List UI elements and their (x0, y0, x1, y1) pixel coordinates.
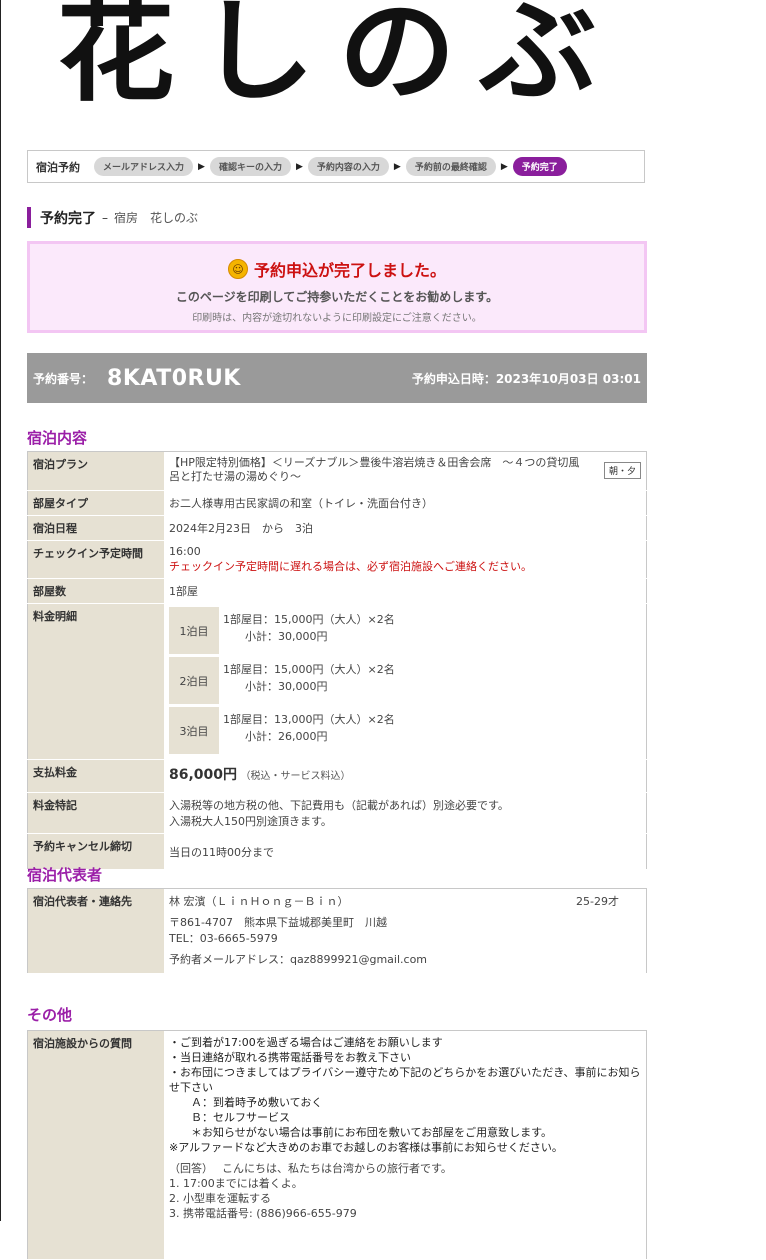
guest-label: 宿泊代表者・連絡先 (27, 888, 164, 974)
checkin-time: 16:00 (169, 545, 201, 558)
checkin-cell: 16:00 チェックイン予定時間に遅れる場合は、必ず宿泊施設へご連絡ください。 (164, 540, 647, 579)
stay-heading: 宿泊内容 (27, 429, 88, 447)
step-complete: 予約完了 (512, 157, 567, 176)
plan-label: 宿泊プラン (27, 451, 164, 491)
special-cell: 入湯税等の地方税の他、下記費用も（記載があれば）別途必要です。 入湯税大人150… (164, 792, 647, 834)
facility-question: ・ご到着が17:00を過ぎる場合はご連絡をお願いします ・当日連絡が取れる携帯電… (169, 1036, 641, 1154)
table-row: 料金明細 1泊目 1部屋目：15,000円（大人）×2名 小計：30,000円 … (27, 603, 647, 760)
table-row: 宿泊施設からの質問 ・ご到着が17:00を過ぎる場合はご連絡をお願いします ・当… (27, 1030, 647, 1260)
question-label: 宿泊施設からの質問 (27, 1030, 164, 1260)
night-room-price: 1部屋目：13,000円（大人）×2名 (223, 713, 395, 726)
table-row: 宿泊代表者・連絡先 林 宏濱（ＬｉｎＨｏｎｇ－Ｂｉｎ） 25-29才 〒861-… (27, 888, 647, 974)
page-title-dash: – (102, 210, 108, 225)
total-note: （税込・サービス料込） (240, 771, 351, 782)
night-row: 2泊目 1部屋目：15,000円（大人）×2名 小計：30,000円 (169, 657, 400, 705)
booking-steps: 宿泊予約 メールアドレス入力 ▶ 確認キーの入力 ▶ 予約内容の入力 ▶ 予約前… (27, 150, 645, 183)
table-row: 料金特記 入湯税等の地方税の他、下記費用も（記載があれば）別途必要です。 入湯税… (27, 792, 647, 834)
night-label: 1泊目 (169, 607, 219, 655)
question-cell: ・ご到着が17:00を過ぎる場合はご連絡をお願いします ・当日連絡が取れる携帯電… (164, 1030, 647, 1260)
guest-heading: 宿泊代表者 (27, 866, 103, 884)
night-label: 3泊目 (169, 707, 219, 755)
stay-table: 宿泊プラン 朝・夕 【HP限定特別価格】＜リーズナブル＞豊後牛溶岩焼き＆田舎会席… (27, 451, 647, 870)
night-subtotal: 小計：26,000円 (223, 730, 328, 743)
rooms-count: 1部屋 (164, 578, 647, 604)
special-note-1: 入湯税等の地方税の他、下記費用も（記載があれば）別途必要です。 (169, 799, 509, 812)
page-title: 予約完了 – 宿房 花しのぶ (27, 207, 198, 228)
plan-name: 【HP限定特別価格】＜リーズナブル＞豊後牛溶岩焼き＆田舎会席 ～４つの貸切風呂と… (169, 456, 580, 483)
guest-answer: （回答） こんにちは、私たちは台湾からの旅行者です。 1. 17:00までには着… (169, 1162, 452, 1220)
guest-address: 〒861-4707 熊本県下益城郡美里町 川越 (169, 916, 387, 929)
step-arrow-icon: ▶ (295, 161, 303, 172)
table-row: 部屋タイプ お二人様専用古民家調の和室（トイレ・洗面台付き） (27, 490, 647, 516)
plan-cell: 朝・夕 【HP限定特別価格】＜リーズナブル＞豊後牛溶岩焼き＆田舎会席 ～４つの貸… (164, 451, 647, 491)
guest-tel: TEL：03-6665-5979 (169, 932, 278, 945)
guest-cell: 林 宏濱（ＬｉｎＨｏｎｇ－Ｂｉｎ） 25-29才 〒861-4707 熊本県下益… (164, 888, 647, 974)
night-room-price: 1部屋目：15,000円（大人）×2名 (223, 613, 395, 626)
guest-name: 林 宏濱（ＬｉｎＨｏｎｇ－Ｂｉｎ） (169, 895, 349, 908)
step-arrow-icon: ▶ (198, 161, 205, 172)
print-recommendation: このページを印刷してご持参いただくことをお勧めします。 (175, 290, 499, 304)
step-arrow-icon: ▶ (393, 161, 401, 172)
cancel-deadline: 当日の11時00分まで (164, 833, 647, 870)
total-price: 86,000円 (169, 767, 238, 783)
table-row: チェックイン予定時間 16:00 チェックイン予定時間に遅れる場合は、必ず宿泊施… (27, 540, 647, 579)
step-arrow-icon: ▶ (500, 161, 508, 172)
logo-text: 花しのぶ (57, 0, 620, 117)
page-title-sub: 宿房 花しのぶ (114, 211, 199, 225)
reservation-bar: 予約番号： 8KAT0RUK 予約申込日時：2023年10月03日 03:01 (27, 353, 647, 403)
table-row: 予約キャンセル締切 当日の11時00分まで (27, 833, 647, 870)
checkin-label: チェックイン予定時間 (27, 540, 164, 579)
price-cell: 1泊目 1部屋目：15,000円（大人）×2名 小計：30,000円 2泊目 1… (164, 603, 647, 760)
steps-label: 宿泊予約 (36, 160, 80, 174)
page-content: 花しのぶ 宿泊予約 メールアドレス入力 ▶ 確認キーの入力 ▶ 予約内容の入力 … (27, 0, 647, 1260)
step-confirm-key: 確認キーの入力 (209, 157, 291, 176)
step-final-check: 予約前の最終確認 (405, 157, 496, 176)
page-left-border (0, 0, 1, 1221)
special-label: 料金特記 (27, 792, 164, 834)
night-row: 3泊目 1部屋目：13,000円（大人）×2名 小計：26,000円 (169, 707, 400, 755)
total-label: 支払料金 (27, 759, 164, 793)
night-row: 1泊目 1部屋目：15,000円（大人）×2名 小計：30,000円 (169, 607, 400, 655)
price-details: 1泊目 1部屋目：15,000円（大人）×2名 小計：30,000円 2泊目 1… (169, 605, 400, 757)
logo: 花しのぶ (27, 0, 647, 140)
reservation-datetime: 予約申込日時：2023年10月03日 03:01 (411, 371, 641, 386)
room-type: お二人様専用古民家調の和室（トイレ・洗面台付き） (164, 490, 647, 516)
rooms-label: 部屋数 (27, 578, 164, 604)
page-title-main: 予約完了 (40, 210, 96, 227)
price-label: 料金明細 (27, 603, 164, 760)
step-input: 予約内容の入力 (307, 157, 389, 176)
table-row: 宿泊日程 2024年2月23日 から 3泊 (27, 515, 647, 541)
print-caution: 印刷時は、内容が途切れないように印刷設定にご注意ください。 (192, 313, 482, 324)
table-row: 宿泊プラン 朝・夕 【HP限定特別価格】＜リーズナブル＞豊後牛溶岩焼き＆田舎会席… (27, 451, 647, 491)
checkin-note: チェックイン予定時間に遅れる場合は、必ず宿泊施設へご連絡ください。 (169, 560, 532, 573)
night-subtotal: 小計：30,000円 (223, 680, 328, 693)
room-type-label: 部屋タイプ (27, 490, 164, 516)
other-table: 宿泊施設からの質問 ・ご到着が17:00を過ぎる場合はご連絡をお願いします ・当… (27, 1030, 647, 1260)
reservation-number-label: 予約番号： (33, 371, 94, 386)
table-row: 支払料金 86,000円 （税込・サービス料込） (27, 759, 647, 793)
other-heading: その他 (27, 1006, 73, 1024)
meal-badge: 朝・夕 (603, 462, 641, 479)
guest-age: 25-29才 (576, 895, 619, 908)
step-email: メールアドレス入力 (94, 157, 194, 176)
guest-table: 宿泊代表者・連絡先 林 宏濱（ＬｉｎＨｏｎｇ－Ｂｉｎ） 25-29才 〒861-… (27, 888, 647, 974)
completion-notice: ☺ 予約申込が完了しました。 このページを印刷してご持参いただくことをお勧めしま… (27, 241, 647, 333)
smiley-icon: ☺ (227, 259, 248, 279)
total-cell: 86,000円 （税込・サービス料込） (164, 759, 647, 793)
special-note-2: 入湯税大人150円別途頂きます。 (169, 815, 332, 828)
night-label: 2泊目 (169, 657, 219, 705)
table-row: 部屋数 1部屋 (27, 578, 647, 604)
night-subtotal: 小計：30,000円 (223, 630, 328, 643)
stay-date: 2024年2月23日 から 3泊 (164, 515, 647, 541)
guest-email: 予約者メールアドレス：qaz8899921@gmail.com (169, 953, 428, 966)
completion-message: 予約申込が完了しました。 (253, 261, 446, 280)
stay-date-label: 宿泊日程 (27, 515, 164, 541)
reservation-number: 8KAT0RUK (107, 365, 241, 391)
night-room-price: 1部屋目：15,000円（大人）×2名 (223, 663, 395, 676)
